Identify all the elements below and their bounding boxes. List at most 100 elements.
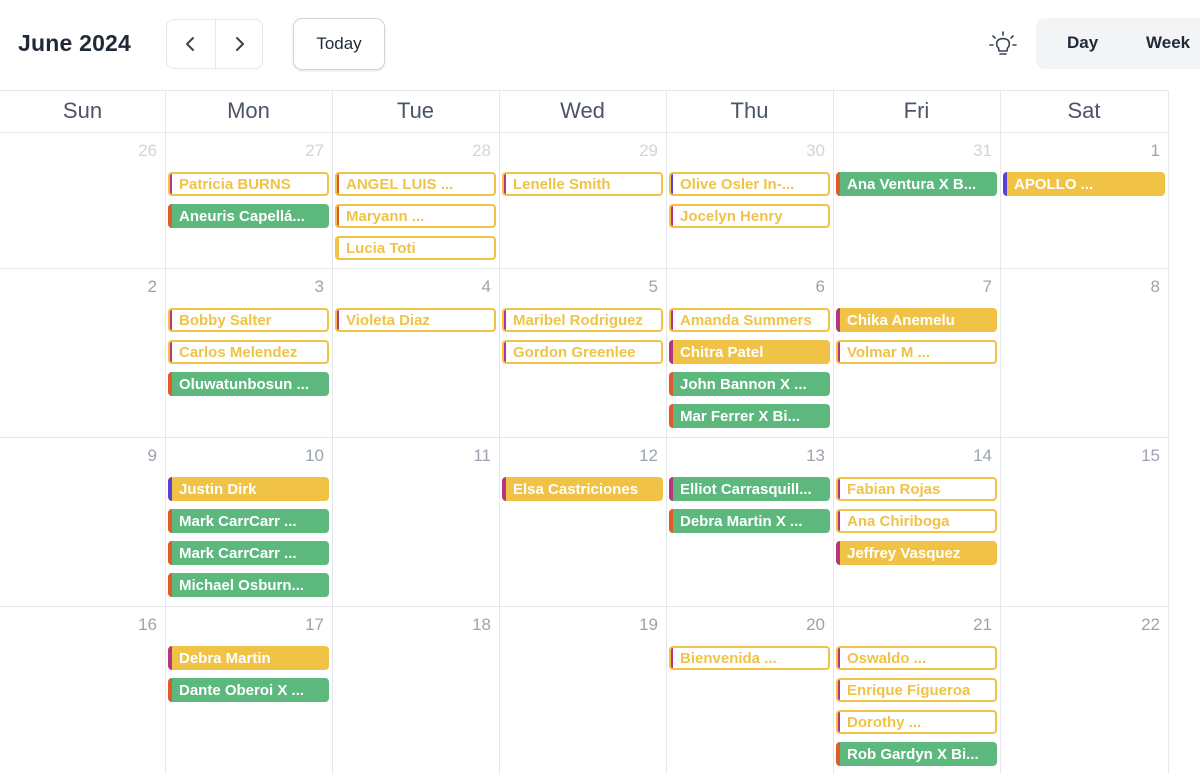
event-title: Dante Oberoi X ... [179,681,305,699]
calendar-event[interactable]: John Bannon X ... [669,372,830,396]
calendar-event[interactable]: ANGEL LUIS ... [335,172,496,196]
event-title: Debra Martin X ... [680,512,803,530]
calendar-event[interactable]: Amanda Summers [669,308,830,332]
event-title: Carlos Melendez [179,343,298,361]
chevron-right-icon [235,37,244,51]
event-title: Maryann ... [346,207,425,225]
calendar-event[interactable]: Lucia Toti [335,236,496,260]
calendar-event[interactable]: Chitra Patel [669,340,830,364]
event-title: Jeffrey Vasquez [847,544,961,562]
calendar-event[interactable]: Debra Martin X ... [669,509,830,533]
previous-month-button[interactable] [167,20,215,68]
date-number: 11 [473,446,491,465]
date-number: 17 [305,615,324,634]
calendar-event[interactable]: Elliot Carrasquill... [669,477,830,501]
date-number: 27 [305,141,324,160]
calendar-event[interactable]: Michael Osburn... [168,573,329,597]
lightbulb-icon[interactable] [988,30,1018,60]
event-title: Mark CarrCarr ... [179,544,297,562]
date-number: 31 [973,141,992,160]
event-title: Ana Ventura X B... [847,175,977,193]
calendar-event[interactable]: Jeffrey Vasquez [836,541,997,565]
calendar-event[interactable]: Olive Osler In-... [669,172,830,196]
event-title: Michael Osburn... [179,576,305,594]
weekday-header: Thu [730,98,769,123]
calendar-event[interactable]: Dorothy ... [836,710,997,734]
today-button[interactable]: Today [293,18,385,70]
calendar-event[interactable]: Rob Gardyn X Bi... [836,742,997,766]
calendar-event[interactable]: Jocelyn Henry [669,204,830,228]
event-title: Olive Osler In-... [680,175,795,193]
weekday-header: Tue [396,98,435,123]
calendar-event[interactable]: Gordon Greenlee [502,340,663,364]
next-month-button[interactable] [214,20,263,68]
grid-column-divider [1168,90,1169,774]
event-title: Enrique Figueroa [847,681,971,699]
weekday-header: Mon [227,98,270,123]
calendar-event[interactable]: Oluwatunbosun ... [168,372,329,396]
month-title: June 2024 [18,30,132,56]
date-number: 30 [806,141,825,160]
event-title: Mark CarrCarr ... [179,512,297,530]
date-number: 9 [147,446,157,465]
calendar-event[interactable]: Violeta Diaz [335,308,496,332]
chevron-left-icon [185,37,194,51]
event-title: Chika Anemelu [847,311,955,329]
calendar-event[interactable]: Elsa Castriciones [502,477,663,501]
calendar-event[interactable]: Enrique Figueroa [836,678,997,702]
event-title: Jocelyn Henry [680,207,783,225]
date-number: 22 [1141,615,1160,634]
event-title: Amanda Summers [680,311,812,329]
date-number: 4 [481,277,491,296]
calendar-event[interactable]: Lenelle Smith [502,172,663,196]
date-number: 15 [1141,446,1160,465]
calendar-event[interactable]: Justin Dirk [168,477,329,501]
calendar-event[interactable]: Chika Anemelu [836,308,997,332]
date-number: 7 [982,277,992,296]
date-number: 19 [639,615,658,634]
date-number: 12 [639,446,658,465]
date-number: 5 [648,277,658,296]
date-number: 13 [806,446,825,465]
calendar-event[interactable]: Oswaldo ... [836,646,997,670]
date-number: 20 [806,615,825,634]
calendar-event[interactable]: Maribel Rodriguez [502,308,663,332]
calendar-event[interactable]: Mar Ferrer X Bi... [669,404,830,428]
calendar-event[interactable]: Ana Ventura X B... [836,172,997,196]
date-number: 21 [973,615,992,634]
event-title: Elliot Carrasquill... [680,480,812,498]
date-number: 18 [472,615,491,634]
event-title: Lenelle Smith [513,175,611,193]
event-title: ANGEL LUIS ... [346,175,454,193]
calendar-event[interactable]: Bienvenida ... [669,646,830,670]
calendar-event[interactable]: Ana Chiriboga [836,509,997,533]
event-title: Bobby Salter [179,311,272,329]
calendar-event[interactable]: Debra Martin [168,646,329,670]
date-number: 16 [138,615,157,634]
calendar-event[interactable]: Volmar M ... [836,340,997,364]
calendar-event[interactable]: Bobby Salter [168,308,329,332]
event-title: Oluwatunbosun ... [179,375,309,393]
calendar-event[interactable]: Mark CarrCarr ... [168,509,329,533]
calendar-event[interactable]: Carlos Melendez [168,340,329,364]
grid-row-divider [0,90,1168,91]
date-number: 29 [639,141,658,160]
calendar-event[interactable]: Dante Oberoi X ... [168,678,329,702]
calendar-event[interactable]: Mark CarrCarr ... [168,541,329,565]
date-number: 14 [973,446,992,465]
week-view-button[interactable]: Week [1146,33,1190,53]
day-view-button[interactable]: Day [1067,33,1098,53]
date-number: 6 [815,277,825,296]
event-title: Chitra Patel [680,343,764,361]
calendar-event[interactable]: Fabian Rojas [836,477,997,501]
calendar-event[interactable]: Patricia BURNS [168,172,329,196]
event-title: John Bannon X ... [680,375,807,393]
view-switcher: Day Week [1036,18,1200,69]
weekday-header: Fri [903,98,930,123]
calendar-event[interactable]: Maryann ... [335,204,496,228]
event-title: Patricia BURNS [179,175,291,193]
month-navigation [166,19,263,69]
calendar-event[interactable]: Aneuris Capellá... [168,204,329,228]
calendar-event[interactable]: APOLLO ... [1003,172,1165,196]
event-title: Volmar M ... [847,343,931,361]
